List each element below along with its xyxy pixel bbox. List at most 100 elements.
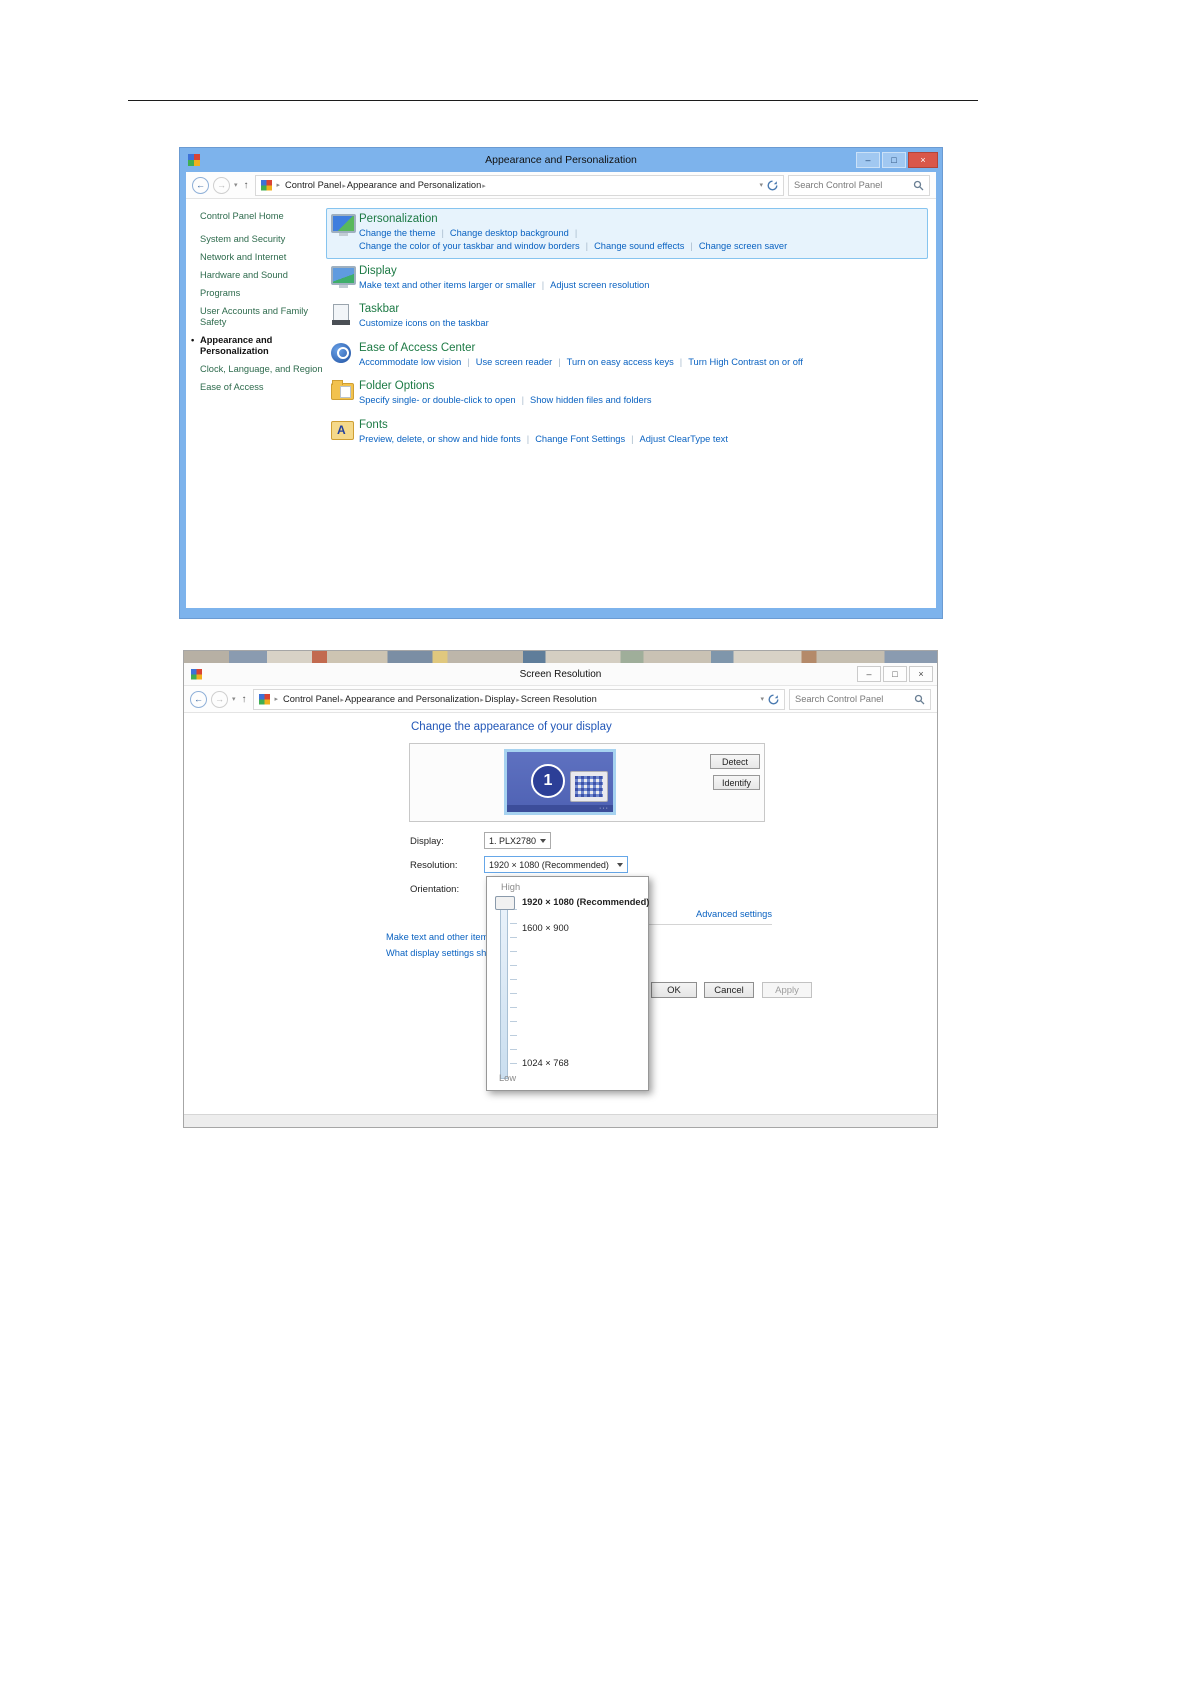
history-caret-icon[interactable]: ▾	[234, 181, 238, 189]
breadcrumb-item[interactable]: Screen Resolution	[521, 694, 597, 704]
detect-button[interactable]: Detect	[710, 754, 760, 769]
window2-title: Screen Resolution	[184, 669, 937, 680]
cancel-button[interactable]: Cancel	[704, 982, 754, 998]
task-row: Change the color of your taskbar and win…	[359, 240, 921, 253]
resolution-popup: High 1920 × 1080 (Recommended) 1600 × 90…	[486, 876, 649, 1091]
refresh-icon[interactable]	[768, 694, 779, 705]
task-link[interactable]: Turn on easy access keys	[567, 357, 674, 367]
ok-button[interactable]: OK	[651, 982, 697, 998]
sidebar-item[interactable]: Programs	[200, 288, 326, 299]
breadcrumb: Control Panel▸Appearance and Personaliza…	[283, 694, 597, 704]
category-title-link[interactable]: Personalization	[359, 213, 921, 225]
search-icon[interactable]	[914, 694, 925, 705]
separator: |	[522, 395, 524, 405]
task-link[interactable]: Specify single- or double-click to open	[359, 395, 516, 405]
separator: |	[680, 357, 682, 367]
refresh-icon[interactable]	[767, 180, 778, 191]
search-input[interactable]: Search Control Panel	[788, 175, 930, 196]
back-button[interactable]: ←	[192, 177, 209, 194]
category-title-link[interactable]: Ease of Access Center	[359, 342, 921, 354]
forward-button[interactable]: →	[213, 177, 230, 194]
display-select[interactable]: 1. PLX2780H	[484, 832, 551, 849]
category-title-link[interactable]: Fonts	[359, 419, 921, 431]
resolution-option[interactable]: 1024 × 768	[522, 1058, 569, 1068]
sidebar-item[interactable]: User Accounts and Family Safety	[200, 306, 326, 328]
minimize-button[interactable]: –	[857, 666, 881, 682]
separator: |	[586, 241, 588, 251]
resolution-option-selected[interactable]: 1920 × 1080 (Recommended)	[522, 897, 649, 907]
back-button[interactable]: ←	[190, 691, 207, 708]
task-link[interactable]: Change desktop background	[450, 228, 569, 238]
category-title-link[interactable]: Taskbar	[359, 303, 921, 315]
task-link[interactable]: Change the color of your taskbar and win…	[359, 241, 580, 251]
address-dropdown-icon[interactable]: ▾	[759, 181, 763, 189]
resolution-select[interactable]: 1920 × 1080 (Recommended)	[484, 856, 628, 873]
sidebar-item[interactable]: Network and Internet	[200, 252, 326, 263]
up-button[interactable]: ↑	[242, 694, 247, 705]
screen-resolution-window: Screen Resolution – □ × ← → ▾ ↑ ▸ Contro…	[183, 650, 938, 1128]
display-select-value: 1. PLX2780H	[489, 836, 536, 846]
task-link[interactable]: Customize icons on the taskbar	[359, 318, 489, 328]
category-title-link[interactable]: Display	[359, 265, 921, 277]
sidebar-item[interactable]: Hardware and Sound	[200, 270, 326, 281]
task-link[interactable]: Change the theme	[359, 228, 436, 238]
task-link[interactable]: Accommodate low vision	[359, 357, 461, 367]
sidebar-item[interactable]: Ease of Access	[200, 382, 326, 393]
advanced-settings-link[interactable]: Advanced settings	[684, 909, 772, 919]
category-list: Personalization Change the theme|Change …	[326, 208, 928, 452]
breadcrumb-item[interactable]: Appearance and Personalization	[347, 180, 481, 190]
search-placeholder: Search Control Panel	[794, 180, 909, 190]
taskbar-icon	[333, 304, 349, 325]
close-button[interactable]: ×	[909, 666, 933, 682]
task-link[interactable]: Change sound effects	[594, 241, 684, 251]
popup-high-label: High	[501, 882, 520, 892]
personalization-icon	[331, 214, 356, 233]
address-dropdown-icon[interactable]: ▾	[760, 695, 764, 703]
resolution-slider-track[interactable]	[500, 903, 508, 1079]
address-bar[interactable]: ▸ Control Panel▸Appearance and Personali…	[253, 689, 785, 710]
up-button[interactable]: ↑	[244, 180, 249, 191]
task-link[interactable]: Preview, delete, or show and hide fonts	[359, 434, 521, 444]
task-link[interactable]: Change screen saver	[699, 241, 787, 251]
display-icon	[331, 266, 356, 285]
monitor-1-preview[interactable]: 1 ···	[504, 749, 616, 815]
category-title-link[interactable]: Folder Options	[359, 380, 921, 392]
maximize-button[interactable]: □	[882, 152, 906, 168]
sidebar-item[interactable]: System and Security	[200, 234, 326, 245]
minimize-button[interactable]: –	[856, 152, 880, 168]
separator: ▸	[340, 697, 344, 704]
breadcrumb-item[interactable]: Display	[485, 694, 515, 704]
history-caret-icon[interactable]: ▾	[232, 695, 236, 703]
resolution-option[interactable]: 1600 × 900	[522, 923, 569, 933]
search-input[interactable]: Search Control Panel	[789, 689, 931, 710]
task-link[interactable]: Show hidden files and folders	[530, 395, 651, 405]
chevron-down-icon	[617, 863, 623, 867]
appearance-personalization-window: Appearance and Personalization – □ × ← →…	[180, 148, 942, 618]
task-row: Change the theme|Change desktop backgrou…	[359, 227, 921, 240]
separator: |	[467, 357, 469, 367]
task-link[interactable]: Adjust screen resolution	[550, 280, 649, 290]
breadcrumb-item[interactable]: Control Panel	[285, 180, 341, 190]
breadcrumb: Control Panel▸Appearance and Personaliza…	[285, 180, 487, 190]
task-link[interactable]: Make text and other items larger or smal…	[359, 280, 536, 290]
separator: |	[690, 241, 692, 251]
search-icon[interactable]	[913, 180, 924, 191]
task-link[interactable]: Turn High Contrast on or off	[688, 357, 803, 367]
address-bar[interactable]: ▸ Control Panel▸Appearance and Personali…	[255, 175, 784, 196]
breadcrumb-item[interactable]: Control Panel	[283, 694, 339, 704]
forward-button[interactable]: →	[211, 691, 228, 708]
breadcrumb-item[interactable]: Appearance and Personalization	[345, 694, 479, 704]
section-ease-of-access: Ease of Access Center Accommodate low vi…	[326, 337, 928, 374]
window1-title: Appearance and Personalization	[180, 154, 942, 166]
window2-controls: – □ ×	[857, 666, 933, 682]
close-button[interactable]: ×	[908, 152, 938, 168]
identify-button[interactable]: Identify	[713, 775, 760, 790]
sidebar-item[interactable]: Clock, Language, and Region	[200, 364, 326, 375]
maximize-button[interactable]: □	[883, 666, 907, 682]
task-link[interactable]: Change Font Settings	[535, 434, 625, 444]
sidebar-home-link[interactable]: Control Panel Home	[200, 211, 326, 221]
task-link[interactable]: Adjust ClearType text	[640, 434, 728, 444]
resolution-slider-thumb[interactable]	[495, 896, 515, 910]
sidebar-item[interactable]: Appearance and Personalization	[200, 335, 326, 357]
task-link[interactable]: Use screen reader	[476, 357, 552, 367]
